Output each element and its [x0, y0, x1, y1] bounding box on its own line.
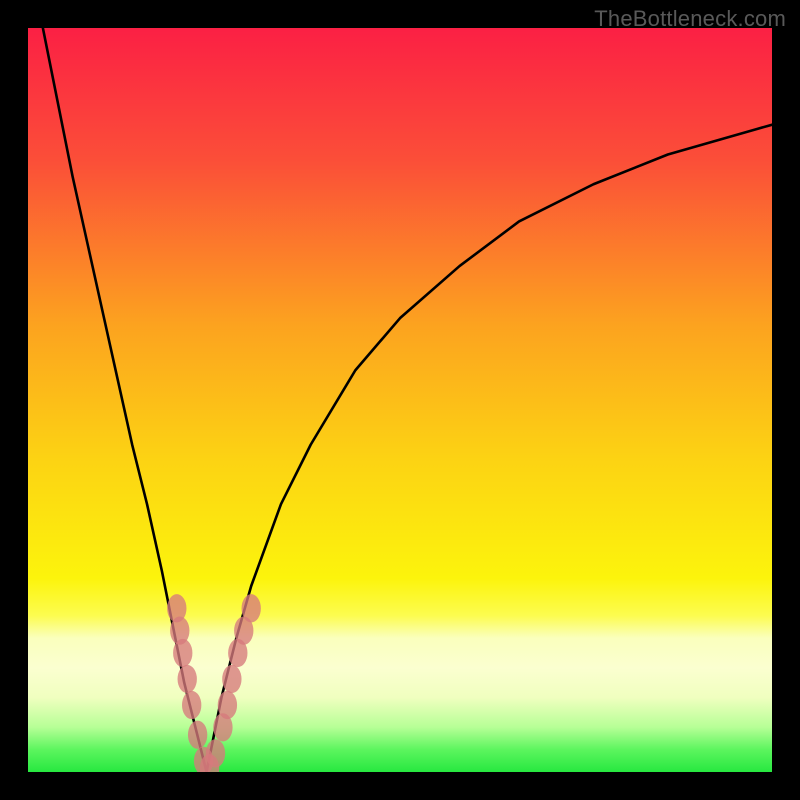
curve-right-branch — [207, 125, 772, 772]
bottleneck-curve — [28, 28, 772, 772]
data-marker — [218, 691, 237, 719]
data-marker — [242, 594, 261, 622]
data-marker — [222, 665, 241, 693]
data-marker — [188, 721, 207, 749]
data-marker — [206, 739, 225, 767]
watermark-text: TheBottleneck.com — [594, 6, 786, 32]
data-marker — [182, 691, 201, 719]
data-marker — [173, 639, 192, 667]
chart-frame: TheBottleneck.com — [0, 0, 800, 800]
plot-area — [28, 28, 772, 772]
data-marker — [178, 665, 197, 693]
